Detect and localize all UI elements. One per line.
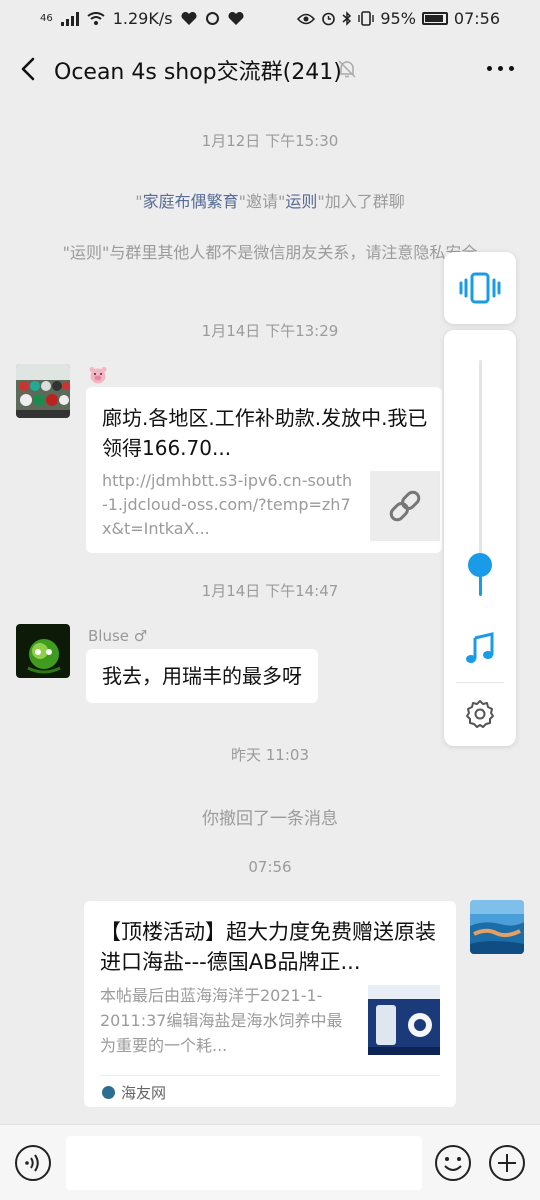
more-functions-button[interactable] [488,1144,526,1182]
network-type-label: 46 [40,13,53,24]
timestamp: 昨天 11:03 [231,746,309,764]
heart-icon [228,11,244,25]
timestamp: 07:56 [248,858,292,876]
link-message-card[interactable]: 廊坊.各地区.工作补助款.发放中.我已领得166.70... http://jd… [86,387,442,553]
chat-header: Ocean 4s shop交流群(241) [0,38,540,100]
network-speed: 1.29K/s [112,9,173,28]
link-title: 廊坊.各地区.工作补助款.发放中.我已领得166.70... [102,406,428,460]
pig-emoji-icon [89,367,107,384]
recalled-message-notice: 你撤回了一条消息 [202,809,338,829]
heart-icon [181,11,197,25]
text-message-bubble[interactable]: 我去，用瑞丰的最多呀 [86,649,318,703]
status-bar: 46 1.29K/s 95% 07:56 [0,0,540,38]
bluetooth-icon [342,11,352,26]
signal-icon [60,11,79,26]
link-url: http://jdmhbtt.s3-ipv6.cn-south-1.jdclou… [102,471,353,538]
alarm-icon [322,12,336,26]
article-title: 【顶楼活动】超大力度免费赠送原装进口海盐---德国AB品牌正... [100,920,436,974]
volume-slider-thumb[interactable] [468,553,492,578]
sender-name: Bluse ♂ [88,627,148,645]
emoji-button[interactable] [434,1144,472,1182]
avatar[interactable] [16,364,70,418]
invitee-name-link[interactable]: 运则 [285,192,317,211]
timestamp: 1月12日 下午15:30 [201,132,339,150]
invite-text: "邀请" [238,192,286,211]
mute-bell-icon [338,60,356,78]
chat-title: Ocean 4s shop交流群(241) [54,60,342,85]
article-thumbnail [368,985,440,1055]
back-button[interactable] [14,52,44,86]
article-source-name: 海友网 [121,1084,167,1102]
battery-percent: 95% [380,9,416,28]
vibrate-status-icon [358,11,375,26]
message-input[interactable] [66,1136,422,1190]
link-thumbnail [370,471,440,541]
volume-panel-divider [456,682,504,683]
more-options-button[interactable] [487,66,514,71]
wifi-icon [87,11,105,25]
joined-text: "加入了群聊 [317,192,405,211]
eye-icon [297,13,316,24]
vibrate-icon [459,272,501,304]
system-message-privacy: "运则"与群里其他人都不是微信朋友关系，请注意隐私安全 [62,243,478,262]
settings-gear-icon[interactable] [464,698,496,730]
battery-icon [421,12,448,25]
quote: " [135,192,143,211]
article-message-card[interactable]: 【顶楼活动】超大力度免费赠送原装进口海盐---德国AB品牌正... 本帖最后由蓝… [84,901,456,1107]
article-description: 本帖最后由蓝海海洋于2021-1-2011:37编辑海盐是海水饲养中最为重要的一… [100,986,343,1055]
voice-input-button[interactable] [14,1144,52,1182]
system-message-invite: "家庭布偶繁育"邀请"运则"加入了群聊 [40,189,500,214]
clock: 07:56 [453,9,500,28]
volume-panel [444,330,516,746]
link-icon [389,490,421,522]
source-logo-icon [102,1086,115,1099]
article-divider [100,1075,440,1076]
inviter-name-link[interactable]: 家庭布偶繁育 [143,192,239,211]
article-source: 海友网 [102,1082,166,1103]
sync-icon [205,12,219,25]
my-avatar[interactable] [470,900,524,954]
input-bar [0,1124,540,1200]
avatar[interactable] [16,624,70,678]
vibrate-mode-button[interactable] [444,252,516,324]
music-note-icon [466,632,494,663]
